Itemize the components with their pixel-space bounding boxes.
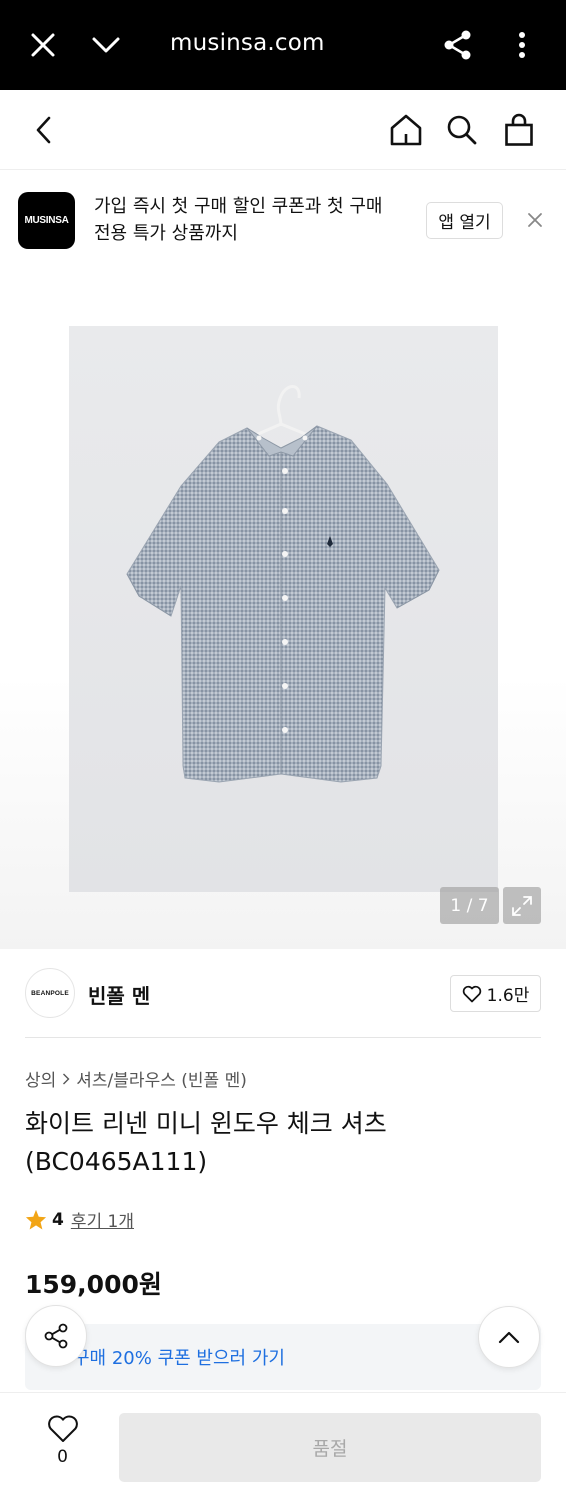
chevron-right-icon xyxy=(63,1073,70,1084)
expand-icon[interactable] xyxy=(503,887,541,924)
open-app-button[interactable]: 앱 열기 xyxy=(426,202,503,239)
more-vertical-icon[interactable] xyxy=(502,25,542,65)
reviews-link[interactable]: 후기 1개 xyxy=(71,1207,134,1232)
rating-score: 4 xyxy=(52,1209,64,1230)
heart-icon xyxy=(462,985,481,1002)
address-bar-url[interactable]: musinsa.com xyxy=(170,30,325,56)
product-gallery[interactable]: 1 / 7 xyxy=(0,266,566,949)
breadcrumb-item[interactable]: 상의 xyxy=(25,1066,56,1091)
rating-row: 4 후기 1개 xyxy=(25,1207,134,1232)
brand-row: BEANPOLE 빈폴 멘 1.6만 xyxy=(25,966,541,1038)
musinsa-logo: MUSINSA xyxy=(18,192,75,249)
app-install-banner: MUSINSA 가입 즉시 첫 구매 할인 쿠폰과 첫 구매 전용 특가 상품까… xyxy=(0,171,566,266)
chevron-down-icon[interactable] xyxy=(86,25,126,65)
sold-out-button[interactable]: 품절 xyxy=(119,1413,541,1482)
brand-like-button[interactable]: 1.6만 xyxy=(450,975,541,1012)
brand-logo[interactable]: BEANPOLE xyxy=(25,968,75,1018)
share-button[interactable] xyxy=(25,1305,87,1367)
product-price: 159,000원 xyxy=(25,1270,162,1299)
product-title: 화이트 리넨 미니 윈도우 체크 셔츠 (BC0465A111) xyxy=(25,1109,387,1176)
back-icon[interactable] xyxy=(22,108,66,152)
banner-message: 가입 즉시 첫 구매 할인 쿠폰과 첫 구매 전용 특가 상품까지 xyxy=(94,196,383,244)
breadcrumb: 상의 셔츠/블라우스 (빈폴 멘) xyxy=(25,1066,247,1091)
image-counter: 1 / 7 xyxy=(440,887,499,924)
star-icon xyxy=(25,1209,47,1230)
wishlist-button[interactable]: 0 xyxy=(40,1415,85,1475)
chevron-up-icon xyxy=(498,1331,520,1344)
wishlist-count: 0 xyxy=(57,1447,68,1467)
product-image[interactable] xyxy=(69,326,498,892)
home-icon[interactable] xyxy=(384,108,428,152)
coupon-text[interactable]: 구매 20% 쿠폰 받으러 가기 xyxy=(73,1344,285,1370)
close-icon[interactable] xyxy=(522,207,548,233)
scroll-top-button[interactable] xyxy=(478,1306,540,1368)
bottom-action-bar: 0 품절 xyxy=(0,1392,566,1500)
breadcrumb-item[interactable]: 셔츠/블라우스 (빈폴 멘) xyxy=(76,1066,247,1091)
browser-toolbar: musinsa.com xyxy=(0,0,566,90)
app-header xyxy=(0,90,566,170)
close-icon[interactable] xyxy=(23,25,63,65)
brand-name[interactable]: 빈폴 멘 xyxy=(88,980,150,1009)
heart-icon xyxy=(47,1415,78,1442)
share-icon[interactable] xyxy=(438,25,478,65)
brand-like-count: 1.6만 xyxy=(486,986,530,1006)
search-icon[interactable] xyxy=(440,108,484,152)
coupon-banner[interactable]: 구매 20% 쿠폰 받으러 가기 xyxy=(25,1324,541,1390)
shopping-bag-icon[interactable] xyxy=(497,108,541,152)
share-icon xyxy=(44,1323,68,1349)
